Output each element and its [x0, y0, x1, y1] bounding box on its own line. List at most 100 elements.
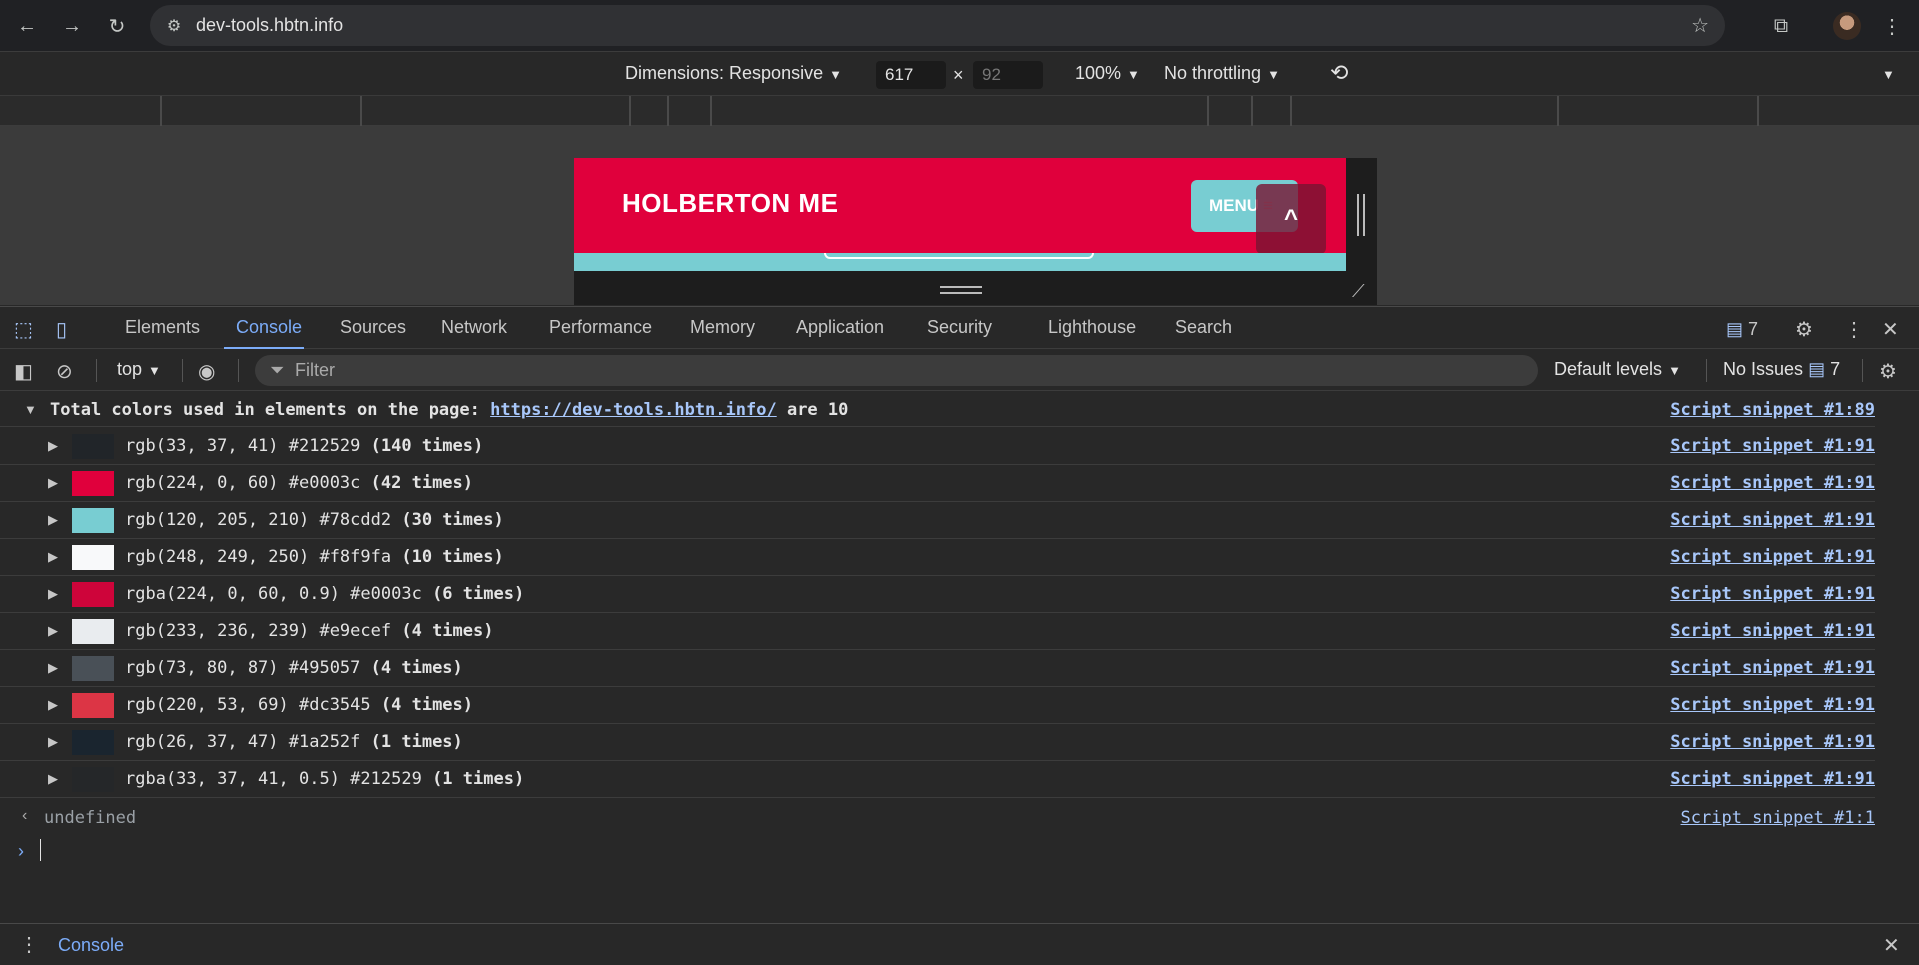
source-link[interactable]: Script snippet #1:91	[1670, 510, 1875, 530]
zoom-select[interactable]: 100% ▼	[1075, 63, 1140, 84]
levels-select[interactable]: Default levels ▼	[1554, 359, 1681, 380]
filter-input[interactable]: ⏷ Filter	[255, 355, 1538, 386]
row-text: rgb(33, 37, 41) #212529 (140 times)	[125, 436, 483, 456]
tab-performance[interactable]: Performance	[549, 317, 652, 338]
issues-badge[interactable]: ▤ 7	[1726, 319, 1758, 340]
url-text[interactable]: dev-tools.hbtn.info	[196, 15, 343, 36]
log-row[interactable]: ▶ rgba(33, 37, 41, 0.5) #212529 (1 times)…	[0, 761, 1875, 798]
more-vert-icon[interactable]: ⋮	[1844, 317, 1864, 342]
tab-search[interactable]: Search	[1175, 317, 1232, 338]
collapse-triangle-icon[interactable]: ▼	[24, 402, 37, 417]
log-url-link[interactable]: https://dev-tools.hbtn.info/	[490, 400, 777, 420]
log-row[interactable]: ▶ rgb(233, 236, 239) #e9ecef (4 times) Scr…	[0, 613, 1875, 650]
log-row[interactable]: ▶ rgb(26, 37, 47) #1a252f (1 times) Script…	[0, 724, 1875, 761]
tab-network[interactable]: Network	[441, 317, 507, 338]
color-count: (1 times)	[432, 769, 525, 789]
drawer-tab-console[interactable]: Console	[58, 935, 124, 956]
expand-triangle-icon[interactable]: ▶	[48, 697, 58, 713]
forward-icon[interactable]: →	[56, 10, 88, 42]
log-row[interactable]: ▶ rgb(220, 53, 69) #dc3545 (4 times) Scrip…	[0, 687, 1875, 724]
bookmark-star-icon[interactable]: ☆	[1691, 13, 1709, 38]
log-row[interactable]: ▶ rgb(248, 249, 250) #f8f9fa (10 times) Sc…	[0, 539, 1875, 576]
height-input[interactable]: 92	[973, 61, 1043, 89]
width-input[interactable]: 617	[876, 61, 946, 89]
drawer-menu-icon[interactable]: ⋮	[19, 932, 39, 957]
tab-application[interactable]: Application	[796, 317, 884, 338]
dimensions-select[interactable]: Dimensions: Responsive ▼	[625, 63, 842, 84]
source-link[interactable]: Script snippet #1:91	[1670, 473, 1875, 493]
issues-button[interactable]: No Issues ▤ 7	[1723, 359, 1840, 380]
context-label: top	[117, 359, 143, 379]
source-link[interactable]: Script snippet #1:91	[1670, 547, 1875, 567]
close-devtools-icon[interactable]: ✕	[1882, 317, 1899, 342]
source-link[interactable]: Script snippet #1:91	[1670, 658, 1875, 678]
row-text: rgb(233, 236, 239) #e9ecef (4 times)	[125, 621, 493, 641]
throttling-select[interactable]: No throttling ▼	[1164, 63, 1280, 84]
return-arrow-icon: ‹	[22, 807, 28, 824]
search-field[interactable]	[824, 253, 1094, 259]
browser-menu-icon[interactable]: ⋮	[1876, 10, 1908, 42]
tab-lighthouse[interactable]: Lighthouse	[1048, 317, 1136, 338]
settings-gear-icon[interactable]: ⚙	[1795, 317, 1813, 342]
expand-triangle-icon[interactable]: ▶	[48, 512, 58, 528]
color-value: rgba(224, 0, 60, 0.9) #e0003c	[125, 584, 422, 604]
device-toggle-icon[interactable]: ▯	[56, 317, 67, 342]
media-query-bar[interactable]	[0, 96, 1919, 126]
message-icon: ▤	[1808, 359, 1826, 379]
right-resize-handle[interactable]	[1357, 194, 1365, 236]
source-link[interactable]: Script snippet #1:91	[1670, 621, 1875, 641]
close-drawer-icon[interactable]: ✕	[1883, 933, 1900, 958]
source-link[interactable]: Script snippet #1:89	[1670, 400, 1875, 420]
source-link[interactable]: Script snippet #1:91	[1670, 769, 1875, 789]
source-link[interactable]: Script snippet #1:91	[1670, 436, 1875, 456]
bottom-resize-handle[interactable]	[940, 286, 982, 294]
color-value: rgb(220, 53, 69) #dc3545	[125, 695, 371, 715]
log-group-header[interactable]: ▼ Total colors used in elements on the p…	[0, 392, 1875, 427]
more-options-icon[interactable]: ▼	[1882, 67, 1895, 82]
source-link[interactable]: Script snippet #1:91	[1670, 732, 1875, 752]
clear-console-icon[interactable]: ⊘	[56, 359, 73, 384]
site-title[interactable]: HOLBERTON ME	[622, 188, 838, 219]
source-link[interactable]: Script snippet #1:1	[1681, 808, 1875, 828]
context-select[interactable]: top ▼	[117, 359, 161, 380]
color-count: (1 times)	[370, 732, 463, 752]
extensions-icon[interactable]: ⧉	[1765, 10, 1797, 42]
profile-avatar[interactable]	[1833, 12, 1861, 40]
log-row[interactable]: ▶ rgba(224, 0, 60, 0.9) #e0003c (6 times)…	[0, 576, 1875, 613]
rotate-icon[interactable]: ⟲	[1330, 60, 1348, 86]
tab-security[interactable]: Security	[927, 317, 992, 338]
expand-triangle-icon[interactable]: ▶	[48, 623, 58, 639]
expand-triangle-icon[interactable]: ▶	[48, 549, 58, 565]
back-icon[interactable]: ←	[11, 10, 43, 42]
corner-resize-icon[interactable]: ⟋	[1352, 281, 1372, 301]
expand-triangle-icon[interactable]: ▶	[48, 660, 58, 676]
color-count: (4 times)	[380, 695, 474, 715]
expand-triangle-icon[interactable]: ▶	[48, 586, 58, 602]
source-link[interactable]: Script snippet #1:91	[1670, 584, 1875, 604]
log-suffix: are 10	[786, 400, 849, 420]
site-info-icon[interactable]: ⚙	[156, 8, 192, 44]
expand-triangle-icon[interactable]: ▶	[48, 475, 58, 491]
expand-triangle-icon[interactable]: ▶	[48, 438, 58, 454]
console-prompt[interactable]: ›	[0, 835, 1875, 870]
sidebar-toggle-icon[interactable]: ◧	[14, 359, 33, 384]
message-icon: ▤	[1726, 319, 1744, 339]
tab-sources[interactable]: Sources	[340, 317, 406, 338]
expand-triangle-icon[interactable]: ▶	[48, 771, 58, 787]
live-expression-eye-icon[interactable]: ◉	[198, 359, 215, 384]
console-settings-gear-icon[interactable]: ⚙	[1879, 359, 1897, 384]
reload-icon[interactable]: ↻	[101, 10, 133, 42]
log-row[interactable]: ▶ rgb(120, 205, 210) #78cdd2 (30 times) Sc…	[0, 502, 1875, 539]
source-link[interactable]: Script snippet #1:91	[1670, 695, 1875, 715]
tab-elements[interactable]: Elements	[125, 317, 200, 338]
expand-triangle-icon[interactable]: ▶	[48, 734, 58, 750]
log-row[interactable]: ▶ rgb(224, 0, 60) #e0003c (42 times) Scrip…	[0, 465, 1875, 502]
tab-memory[interactable]: Memory	[690, 317, 755, 338]
address-bar[interactable]: ⚙ dev-tools.hbtn.info ☆	[150, 5, 1725, 46]
log-row[interactable]: ▶ rgb(33, 37, 41) #212529 (140 times) Scri…	[0, 428, 1875, 465]
log-row[interactable]: ▶ rgb(73, 80, 87) #495057 (4 times) Script…	[0, 650, 1875, 687]
dimensions-label: Dimensions: Responsive	[625, 63, 824, 83]
tab-console[interactable]: Console	[236, 317, 302, 338]
scroll-top-button[interactable]: ^	[1256, 184, 1326, 254]
inspect-element-icon[interactable]: ⬚	[14, 317, 33, 342]
